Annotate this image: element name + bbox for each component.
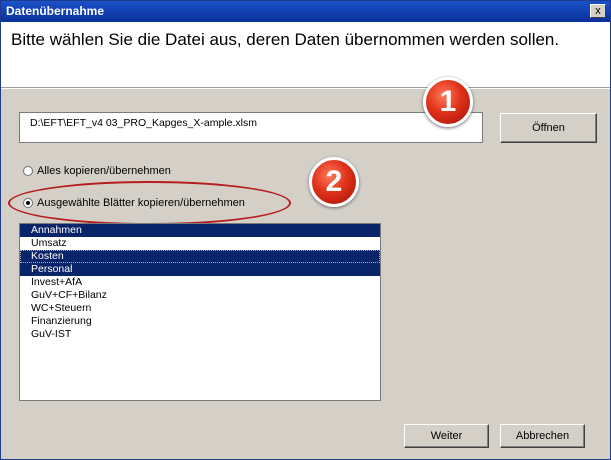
radio-copy-all-circle[interactable] xyxy=(23,166,33,176)
close-button[interactable]: x xyxy=(590,4,606,18)
close-icon: x xyxy=(595,5,601,17)
instruction-text: Bitte wählen Sie die Datei aus, deren Da… xyxy=(11,30,560,49)
step-badge-1: 1 xyxy=(423,77,473,127)
radio-copy-selected-label: Ausgewählte Blätter kopieren/übernehmen xyxy=(37,197,245,209)
radio-copy-all-label: Alles kopieren/übernehmen xyxy=(37,165,171,177)
window-title: Datenübernahme xyxy=(6,4,105,18)
open-button[interactable]: Öffnen xyxy=(500,113,597,143)
list-item[interactable]: WC+Steuern xyxy=(20,302,380,315)
sheet-listbox[interactable]: Annahmen Umsatz Kosten Personal Invest+A… xyxy=(19,223,381,401)
cancel-button[interactable]: Abbrechen xyxy=(500,424,585,448)
list-item[interactable]: Annahmen xyxy=(20,224,380,237)
next-button[interactable]: Weiter xyxy=(404,424,489,448)
header-divider xyxy=(1,87,610,89)
title-bar[interactable]: Datenübernahme x xyxy=(1,1,610,22)
list-item[interactable]: Invest+AfA xyxy=(20,276,380,289)
radio-copy-selected-circle[interactable] xyxy=(23,198,33,208)
dialog-window: Datenübernahme x Bitte wählen Sie die Da… xyxy=(0,0,611,460)
file-path-field[interactable]: D:\EFT\EFT_v4 03_PRO_Kapges_X-ample.xlsm xyxy=(19,112,483,143)
list-item[interactable]: GuV+CF+Bilanz xyxy=(20,289,380,302)
list-item[interactable]: Personal xyxy=(20,263,380,276)
radio-copy-all[interactable]: Alles kopieren/übernehmen xyxy=(23,165,171,177)
list-item[interactable]: Finanzierung xyxy=(20,315,380,328)
step-badge-2: 2 xyxy=(309,157,359,207)
instruction-header: Bitte wählen Sie die Datei aus, deren Da… xyxy=(1,22,610,87)
radio-copy-selected[interactable]: Ausgewählte Blätter kopieren/übernehmen xyxy=(23,197,245,209)
list-item[interactable]: Umsatz xyxy=(20,237,380,250)
list-item[interactable]: GuV-IST xyxy=(20,328,380,341)
file-path-value: D:\EFT\EFT_v4 03_PRO_Kapges_X-ample.xlsm xyxy=(30,117,258,129)
list-item[interactable]: Kosten xyxy=(20,250,380,263)
